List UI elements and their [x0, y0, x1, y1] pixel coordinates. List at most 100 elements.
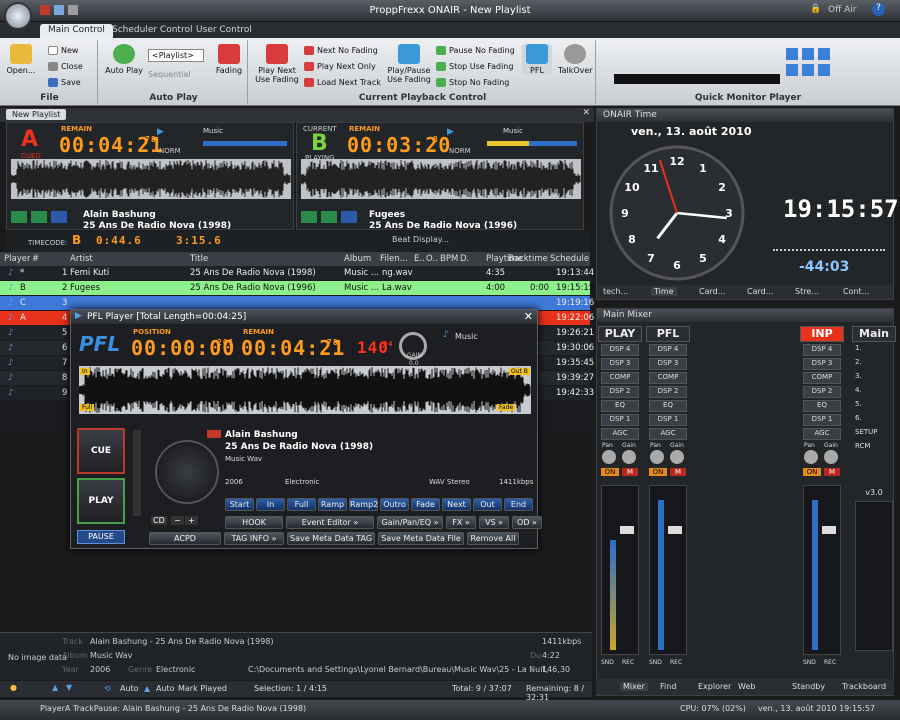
play-next-only-button[interactable]: Play Next Only	[304, 62, 376, 71]
dsp-button[interactable]: EQ	[649, 400, 687, 412]
channel-name[interactable]: PFL	[646, 326, 690, 342]
pfl-play-button[interactable]: PLAY	[77, 478, 125, 524]
pfl-fade-button[interactable]: Fade	[411, 498, 440, 511]
main-fader[interactable]	[855, 501, 893, 651]
pfl-in-button[interactable]: In	[256, 498, 285, 511]
pfl-tertiary-button[interactable]: TAG INFO »	[224, 532, 284, 545]
snd-button[interactable]: SND	[803, 659, 816, 666]
pfl-full-marker[interactable]: Full	[80, 404, 95, 411]
pfl-ramp-button[interactable]: Ramp	[318, 498, 347, 511]
open-button[interactable]: Open...	[6, 44, 36, 75]
column-header[interactable]: Backtime	[508, 254, 548, 264]
monitor-eject-icon[interactable]	[818, 64, 830, 76]
dsp-button[interactable]: AGC	[601, 428, 639, 440]
pfl-tertiary-button[interactable]: Remove All	[467, 532, 519, 545]
main-list-item[interactable]: 1.	[855, 344, 893, 356]
mixer-tab[interactable]: Web	[738, 682, 755, 691]
dsp-button[interactable]: DSP 2	[803, 386, 841, 398]
mute-button[interactable]: M	[670, 468, 686, 476]
monitor-forward-icon[interactable]	[802, 64, 814, 76]
column-header[interactable]: Title	[190, 254, 208, 264]
close-playlist-icon[interactable]: ✕	[582, 108, 590, 118]
onair-tab[interactable]: tech...	[603, 287, 628, 296]
onair-tab[interactable]: Card...	[699, 287, 725, 296]
pfl-start-button[interactable]: Start	[225, 498, 254, 511]
onair-tab[interactable]: Cont...	[843, 287, 869, 296]
player-b-stop-button[interactable]	[341, 211, 357, 223]
player-a-waveform[interactable]	[11, 159, 291, 199]
column-header[interactable]: #	[32, 254, 39, 264]
rec-button[interactable]: REC	[824, 659, 836, 666]
player-b-mode[interactable]: Music	[503, 127, 523, 135]
pan-knob[interactable]	[804, 450, 818, 464]
rec-button[interactable]: REC	[622, 659, 634, 666]
channel-fader[interactable]	[601, 485, 639, 655]
on-button[interactable]: ON	[803, 468, 821, 476]
pfl-secondary-button[interactable]: Event Editor »	[286, 516, 374, 529]
help-icon[interactable]: ?	[872, 3, 885, 16]
dsp-button[interactable]: DSP 1	[601, 414, 639, 426]
gain-knob[interactable]	[824, 450, 838, 464]
pfl-plus-button[interactable]: +	[185, 516, 198, 525]
pfl-pitch-slider[interactable]	[133, 430, 141, 516]
tab-new-playlist[interactable]: New Playlist	[6, 109, 67, 120]
dsp-button[interactable]: DSP 4	[803, 344, 841, 356]
pfl-outro-button[interactable]: Outro	[380, 498, 409, 511]
mixer-tab[interactable]: Mixer	[620, 682, 648, 691]
player-a-play-button[interactable]	[11, 211, 27, 223]
playlist-select[interactable]: <Playlist>	[148, 49, 204, 62]
table-row[interactable]: * 1 Femi Kuti 25 Ans De Radio Nova (1998) Mu…	[0, 266, 594, 280]
player-b-waveform[interactable]	[301, 159, 581, 199]
pfl-end-button[interactable]: End	[504, 498, 533, 511]
dsp-button[interactable]: DSP 4	[649, 344, 687, 356]
dsp-button[interactable]: EQ	[601, 400, 639, 412]
dsp-button[interactable]: COMP	[601, 372, 639, 384]
move-down-icon[interactable]: ▼	[66, 683, 72, 692]
channel-fader[interactable]	[649, 485, 687, 655]
fading-button[interactable]: Fading	[214, 44, 244, 75]
pfl-button[interactable]: PFL	[522, 44, 552, 75]
fader-cap[interactable]	[822, 526, 836, 534]
dsp-button[interactable]: COMP	[649, 372, 687, 384]
stop-no-fading-button[interactable]: Stop No Fading	[436, 78, 509, 87]
save-button[interactable]: Save	[48, 78, 81, 87]
player-b-pause-button[interactable]	[321, 211, 337, 223]
onair-tab[interactable]: Stre...	[795, 287, 819, 296]
pfl-secondary-button[interactable]: OD »	[512, 516, 542, 529]
pfl-secondary-button[interactable]: HOOK	[225, 516, 283, 529]
pfl-in-marker[interactable]: In	[80, 368, 90, 375]
pfl-cue-button[interactable]: CUE	[77, 428, 125, 474]
column-header[interactable]: E..	[414, 254, 425, 264]
pfl-secondary-button[interactable]: FX »	[446, 516, 476, 529]
mute-button[interactable]: M	[622, 468, 638, 476]
player-a-stop-button[interactable]	[51, 211, 67, 223]
main-list-item[interactable]: 4.	[855, 386, 893, 398]
dsp-button[interactable]: AGC	[649, 428, 687, 440]
quick-access-toolbar[interactable]	[40, 5, 110, 17]
dsp-button[interactable]: DSP 2	[601, 386, 639, 398]
sequential-select[interactable]: Sequential	[148, 70, 191, 79]
beat-display[interactable]: Beat Display...	[392, 235, 449, 244]
player-a-mode[interactable]: Music	[203, 127, 223, 135]
player-b-play-icon[interactable]: ▶	[447, 127, 454, 137]
pfl-tertiary-button[interactable]: Save Meta Data File	[378, 532, 464, 545]
play-pause-use-fading-button[interactable]: Play/Pause Use Fading	[386, 44, 432, 84]
fader-cap[interactable]	[620, 526, 634, 534]
pfl-minus-button[interactable]: −	[171, 516, 184, 525]
monitor-stop-icon[interactable]	[818, 48, 830, 60]
main-list-item[interactable]: 6.	[855, 414, 893, 426]
column-header[interactable]: O..	[426, 254, 438, 264]
dsp-button[interactable]: AGC	[803, 428, 841, 440]
fader-cap[interactable]	[668, 526, 682, 534]
dsp-button[interactable]: COMP	[803, 372, 841, 384]
pfl-jog-wheel[interactable]	[155, 440, 219, 504]
bulb-icon[interactable]: ●	[10, 683, 17, 692]
dsp-button[interactable]: DSP 1	[649, 414, 687, 426]
column-header[interactable]: Filen...	[380, 254, 408, 264]
off-air-indicator[interactable]: Off Air	[828, 5, 857, 15]
table-row[interactable]: C 3 19:19:16 ♪	[0, 296, 594, 310]
auto-button-1[interactable]: Auto	[120, 684, 139, 693]
gain-knob[interactable]	[622, 450, 636, 464]
pfl-mode[interactable]: Music	[455, 332, 478, 341]
mixer-tab[interactable]: Trackboard	[842, 682, 886, 691]
